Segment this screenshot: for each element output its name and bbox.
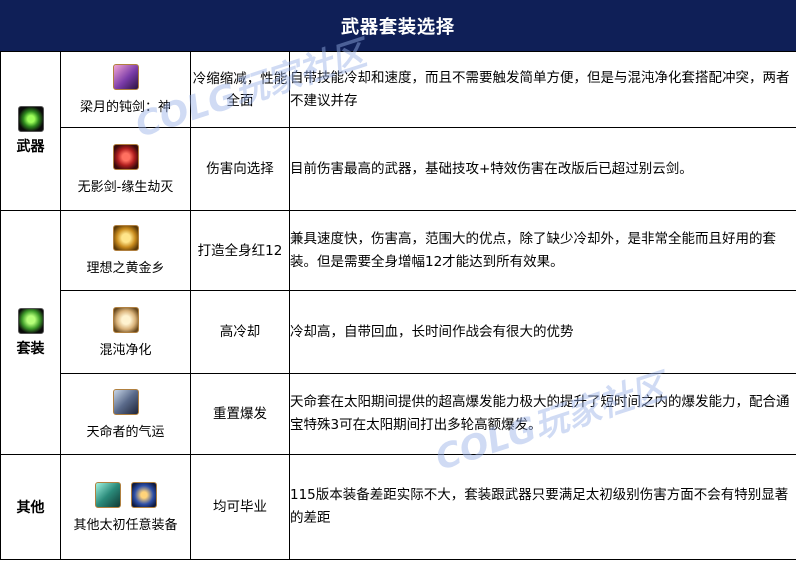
selection-table: 武器 梁月的钝剑：神 冷缩缩减，性能全面 自带技能冷却和速度，而且不需要触发简单…: [0, 51, 796, 560]
tag-cell: 均可毕业: [190, 454, 290, 560]
tag-cell: 冷缩缩减，性能全面: [190, 51, 290, 128]
item-name: 其他太初任意装备: [73, 517, 178, 533]
description-cell: 目前伤害最高的武器，基础技攻+特效伤害在改版后已超过别云剑。: [289, 127, 796, 211]
item-cell: 理想之黄金乡: [60, 210, 191, 291]
item-name: 理想之黄金乡: [86, 261, 165, 276]
red-sword-icon: [112, 143, 139, 170]
table-row: 天命者的气运 重置爆发 天命套在太阳期间提供的超高爆发能力极大的提升了短时间之内…: [1, 373, 796, 455]
description-cell: 自带技能冷却和速度，而且不需要触发简单方便，但是与混沌净化套搭配冲突，两者不建议…: [289, 51, 796, 128]
description-cell: 兼具速度快，伤害高，范围大的优点，除了缺少冷却外，是非常全能而且好用的套装。但是…: [289, 210, 796, 291]
tag-cell: 高冷却: [190, 290, 290, 374]
table-title: 武器套装选择: [0, 0, 796, 51]
item-cell: 天命者的气运: [60, 373, 191, 455]
tag-cell: 重置爆发: [190, 373, 290, 455]
pink-blade-icon: [112, 64, 139, 90]
table-row: 套装 理想之黄金乡 打造全身红12 兼具速度快，伤害高，范围大的优点，除了缺少冷…: [0, 210, 796, 455]
tag-cell: 伤害向选择: [190, 127, 290, 211]
category-other: 其他: [0, 454, 61, 560]
gold-armor-icon: [112, 225, 139, 251]
blue-armor-icon: [130, 481, 157, 508]
table-row: 混沌净化 高冷却 冷却高，自带回血，长时间作战会有很大的优势: [1, 290, 796, 374]
item-cell: 梁月的钝剑：神: [60, 51, 191, 128]
category-label: 其他: [16, 500, 45, 516]
item-name: 无影剑-缘生劫灭: [77, 179, 174, 195]
steel-gauntlet-icon: [112, 388, 139, 415]
description-cell: 115版本装备差距实际不大，套装跟武器只要满足太初级别伤害方面不会有特别显著的差…: [289, 454, 796, 560]
tag-cell: 打造全身红12: [190, 210, 290, 291]
table-row: 其他 其他太初任意装备 均可毕业 115版本装备差距实际不大，套装跟武器只要满足…: [0, 454, 796, 560]
green-sword-icon: [17, 106, 44, 132]
category-set: 套装: [0, 210, 61, 455]
table-row: 武器 梁月的钝剑：神 冷缩缩减，性能全面 自带技能冷却和速度，而且不需要触发简单…: [0, 51, 796, 211]
category-label: 武器: [16, 139, 45, 155]
item-name: 天命者的气运: [86, 424, 165, 440]
table-row: 无影剑-缘生劫灭 伤害向选择 目前伤害最高的武器，基础技攻+特效伤害在改版后已超…: [1, 127, 796, 211]
item-cell: 其他太初任意装备: [60, 454, 191, 560]
description-cell: 天命套在太阳期间提供的超高爆发能力极大的提升了短时间之内的爆发能力，配合通宝特殊…: [289, 373, 796, 455]
category-weapon: 武器: [0, 51, 61, 211]
cream-armor-icon: [112, 306, 139, 333]
item-name: 梁月的钝剑：神: [79, 100, 171, 115]
category-label: 套装: [16, 340, 45, 357]
item-cell: 混沌净化: [60, 290, 191, 374]
green-armor-icon: [17, 307, 44, 334]
teal-weapon-icon: [94, 481, 121, 508]
item-cell: 无影剑-缘生劫灭: [60, 127, 191, 211]
description-cell: 冷却高，自带回血，长时间作战会有很大的优势: [289, 290, 796, 374]
item-name: 混沌净化: [99, 342, 152, 358]
